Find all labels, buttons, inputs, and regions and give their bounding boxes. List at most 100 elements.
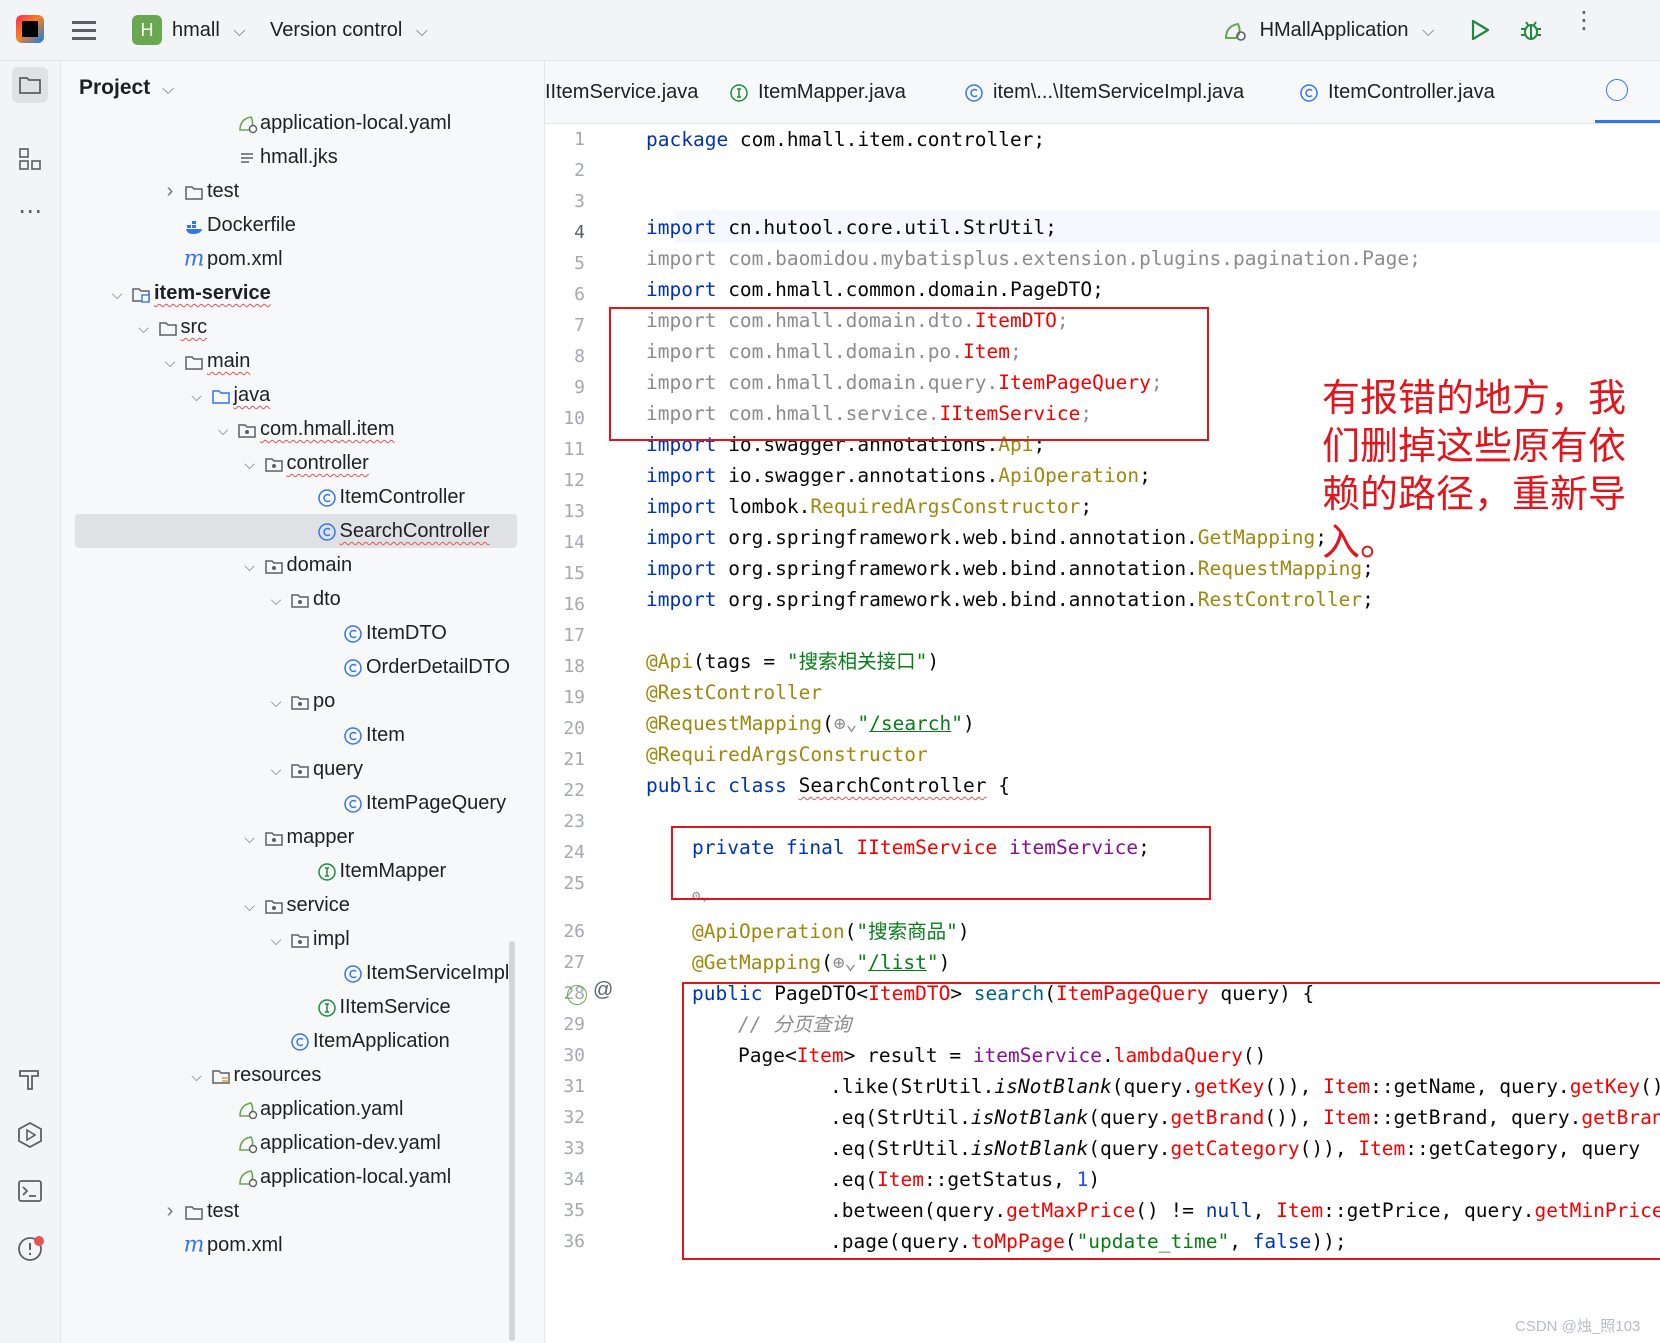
code-editor[interactable]: 1 2 3 4 5 6 7 8 9 10 11 12 13 14 15 16 17 18 19 20 21 22 23 24 2… [545, 124, 1660, 1343]
line-number: 17 [563, 625, 585, 646]
line-number: 27 [563, 952, 585, 973]
tree-item[interactable]: ⌵ dto [265, 582, 341, 616]
tree-item[interactable]: ItemDTO [318, 616, 447, 650]
tree-item[interactable]: › test [159, 174, 240, 209]
tree-item[interactable]: IItemService [292, 990, 451, 1024]
error-imports-box [609, 307, 1209, 441]
app-logo-icon[interactable] [16, 15, 44, 43]
tree-item[interactable]: ⌵ controller [239, 446, 369, 480]
tree-item[interactable]: ⌵ service [239, 888, 350, 922]
tree-item[interactable]: ⌵ query [265, 752, 363, 786]
search-method-box [682, 982, 1660, 1260]
chevron-down-icon[interactable]: ⌵ [265, 583, 287, 617]
gutter-spring-icon[interactable] [567, 985, 587, 1005]
tree-item[interactable]: application.yaml [212, 1092, 403, 1126]
chevron-right-icon[interactable]: › [159, 1194, 181, 1228]
chevron-down-icon[interactable]: ⌵ [265, 685, 287, 719]
tree-item[interactable]: ⌵ item-service [106, 276, 271, 310]
chevron-down-icon[interactable]: ⌵ [186, 1059, 208, 1093]
tree-scrollbar[interactable] [509, 941, 515, 1341]
line-number: 7 [574, 315, 585, 336]
project-folder-icon[interactable] [12, 67, 48, 103]
tree-item-label: test [207, 1200, 240, 1222]
main-menu-icon[interactable] [72, 18, 96, 42]
chevron-down-icon[interactable]: ⌵ [212, 413, 234, 447]
tree-item[interactable]: ItemPageQuery [318, 786, 506, 820]
more-actions-icon[interactable]: ⋮ [1572, 9, 1596, 33]
project-badge[interactable]: H [132, 15, 162, 45]
editor-tab[interactable]: item\...\ItemServiceImpl.java [963, 61, 1244, 123]
line-number: 14 [563, 532, 585, 553]
tree-item[interactable]: OrderDetailDTO [318, 650, 510, 684]
tree-item[interactable]: hmall.jks [212, 140, 338, 174]
tree-item[interactable]: ⌵ java [186, 378, 270, 413]
vcs-menu[interactable]: Version control ⌵ [270, 14, 428, 46]
tree-item[interactable]: › test [159, 1194, 240, 1228]
class-icon[interactable] [1606, 79, 1628, 101]
tree-item[interactable]: m pom.xml [159, 242, 283, 276]
tree-item[interactable]: application-dev.yaml [212, 1126, 441, 1160]
tree-item[interactable]: Dockerfile [159, 208, 296, 242]
tree-item[interactable]: ⌵ com.hmall.item [212, 412, 395, 447]
tree-item[interactable]: ⌵ resources [186, 1058, 321, 1093]
tree-item[interactable]: application-local.yaml [212, 106, 451, 140]
tree-item[interactable]: ⌵ src [133, 310, 208, 345]
tree-item[interactable]: ItemMapper [292, 854, 446, 888]
editor-tab[interactable]: ItemMapper.java [728, 61, 906, 123]
tree-item-label: src [180, 316, 208, 338]
chevron-right-icon[interactable]: › [159, 174, 181, 208]
tree-item[interactable]: ItemServiceImpl [318, 956, 509, 990]
class-icon [340, 957, 366, 991]
chevron-down-icon[interactable]: ⌵ [239, 549, 261, 583]
tab-label: item\...\ItemServiceImpl.java [993, 81, 1245, 103]
chevron-down-icon[interactable]: ⌵ [265, 923, 287, 957]
debug-icon[interactable] [1518, 17, 1544, 43]
folder-icon [181, 175, 207, 209]
services-icon[interactable] [12, 1117, 48, 1153]
tree-item-label: po [313, 690, 336, 712]
project-panel: Project ⌵ application-local.yaml hmall.jk… [61, 61, 545, 1343]
chevron-down-icon[interactable]: ⌵ [265, 753, 287, 787]
project-switcher[interactable]: hmall ⌵ [172, 14, 246, 46]
terminal-icon[interactable] [12, 1173, 48, 1209]
chevron-down-icon[interactable]: ⌵ [133, 311, 155, 345]
problems-icon[interactable] [12, 1231, 48, 1267]
chevron-down-icon[interactable]: ⌵ [106, 277, 128, 311]
tree-item[interactable]: ⌵ mapper [239, 820, 355, 855]
tree-item[interactable]: ⌵ main [159, 344, 251, 379]
package-icon [287, 923, 313, 957]
chevron-down-icon[interactable]: ⌵ [239, 889, 261, 923]
line-number: 20 [563, 718, 585, 739]
tree-item-label: query [313, 758, 364, 780]
line-number: 23 [563, 811, 585, 832]
line-number: 21 [563, 749, 585, 770]
chevron-down-icon[interactable]: ⌵ [186, 379, 208, 413]
tree-item-label: application-local.yaml [260, 1166, 452, 1188]
package-icon [261, 821, 287, 855]
tree-item-label: application-dev.yaml [260, 1132, 441, 1154]
active-tab-indicator [1595, 120, 1660, 123]
run-icon[interactable] [1468, 18, 1492, 42]
run-config-selector[interactable]: HMallApplication ⌵ [1222, 14, 1434, 46]
tree-item[interactable]: Item [318, 718, 405, 752]
tree-item[interactable]: application-local.yaml [212, 1160, 451, 1194]
build-hammer-icon[interactable] [12, 1061, 48, 1097]
tree-item[interactable]: SearchController [292, 514, 490, 548]
tree-item[interactable]: ItemApplication [265, 1024, 450, 1058]
gutter-at-icon[interactable]: @ [593, 979, 613, 1002]
structure-icon[interactable] [12, 141, 48, 177]
tree-item-label: mapper [286, 826, 355, 848]
chevron-down-icon[interactable]: ⌵ [239, 821, 261, 855]
chevron-down-icon[interactable]: ⌵ [239, 447, 261, 481]
tree-item[interactable]: ItemController [292, 480, 465, 514]
editor-tab[interactable]: ItemController.java [1298, 61, 1495, 123]
tree-item[interactable]: ⌵ domain [239, 548, 352, 583]
more-tools-icon[interactable]: ⋯ [12, 197, 48, 233]
project-panel-header[interactable]: Project ⌵ [79, 71, 174, 105]
tree-item[interactable]: ⌵ impl [265, 922, 350, 956]
editor-tab[interactable]: IItemService.java [545, 61, 698, 123]
line-number: 8 [574, 346, 585, 367]
tree-item[interactable]: ⌵ po [265, 684, 336, 719]
chevron-down-icon[interactable]: ⌵ [159, 345, 181, 379]
tree-item[interactable]: m pom.xml [159, 1228, 283, 1262]
